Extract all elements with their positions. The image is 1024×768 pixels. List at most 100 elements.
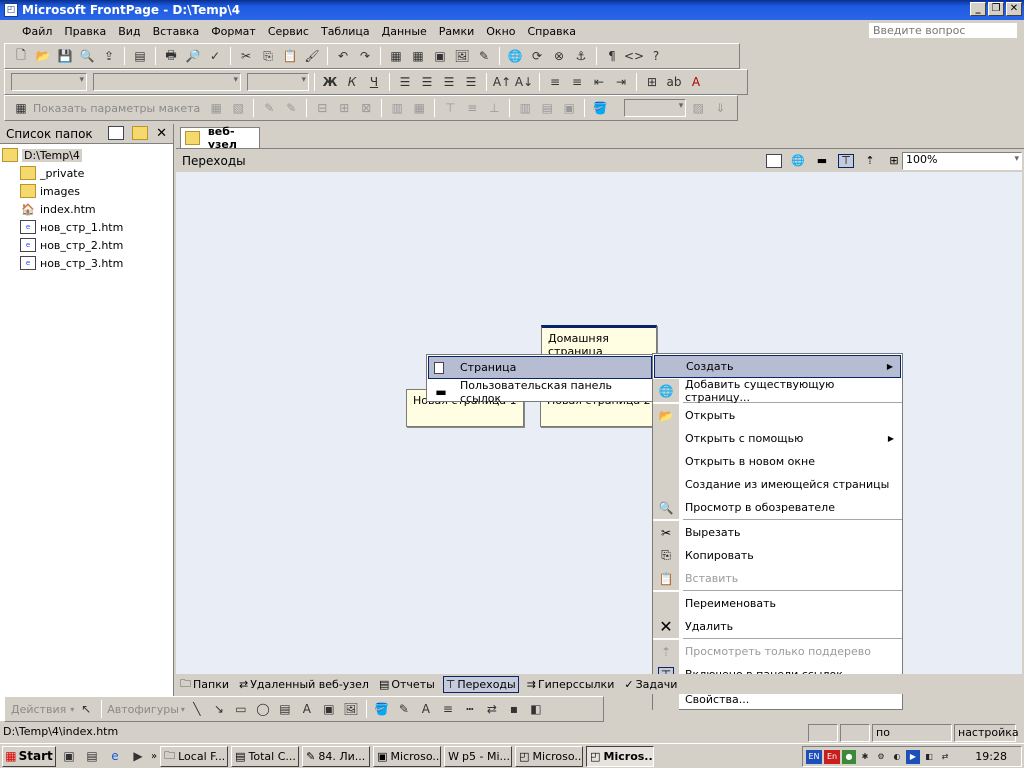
start-button[interactable]: ▦ Start: [2, 745, 56, 767]
italic-icon[interactable]: К: [342, 72, 362, 92]
align-right-icon[interactable]: ☰: [439, 72, 459, 92]
task-li[interactable]: ✎ 84. Ли...: [302, 745, 371, 767]
media-icon[interactable]: ▶: [906, 749, 920, 764]
tree-item-page1[interactable]: e нов_стр_1.htm: [0, 218, 173, 236]
open-icon[interactable]: 📂: [33, 46, 53, 66]
toggle-pane-icon[interactable]: ▤: [130, 46, 150, 66]
lang-indicator-en[interactable]: EN: [806, 749, 822, 764]
menu-format[interactable]: Формат: [205, 25, 262, 38]
ctx-cut[interactable]: ✂ Вырезать: [653, 521, 902, 544]
tree-item-page3[interactable]: e нов_стр_3.htm: [0, 254, 173, 272]
picture-icon[interactable]: 🖼: [341, 699, 361, 719]
hyperlink-icon[interactable]: 🌐: [505, 46, 525, 66]
line-style-icon[interactable]: ≡: [438, 699, 458, 719]
decrease-font-icon[interactable]: A↓: [514, 72, 534, 92]
tree-root[interactable]: D:\Temp\4: [0, 146, 173, 164]
fill-color-icon[interactable]: 🪣: [590, 98, 610, 118]
menu-view[interactable]: Вид: [112, 25, 146, 38]
highlight-icon[interactable]: ab: [664, 72, 684, 92]
line-color-icon[interactable]: ✎: [394, 699, 414, 719]
rectangle-icon[interactable]: ▭: [231, 699, 251, 719]
menu-table[interactable]: Таблица: [315, 25, 376, 38]
home-page-node[interactable]: Домашняя страница: [541, 325, 657, 358]
undo-icon[interactable]: ↶: [333, 46, 353, 66]
bug-icon[interactable]: ✱: [858, 750, 872, 764]
ctx-rename[interactable]: Переименовать: [653, 592, 902, 615]
minimize-button[interactable]: _: [970, 2, 986, 16]
menu-tools[interactable]: Сервис: [262, 25, 315, 38]
numbering-icon[interactable]: ≡: [545, 72, 565, 92]
3d-icon[interactable]: ◧: [526, 699, 546, 719]
fill-color-icon[interactable]: 🪣: [372, 699, 392, 719]
ie-icon[interactable]: e: [105, 746, 125, 766]
close-button[interactable]: ✕: [1006, 2, 1022, 16]
show-layout-label[interactable]: Показать параметры макета: [33, 102, 200, 115]
dash-style-icon[interactable]: ┅: [460, 699, 480, 719]
ctx-add-existing[interactable]: 🌐 Добавить существующую страницу...: [653, 378, 902, 404]
menu-edit[interactable]: Правка: [58, 25, 112, 38]
ctx-open-new-window[interactable]: Открыть в новом окне: [653, 450, 902, 473]
wordart-icon[interactable]: A: [297, 699, 317, 719]
search-icon[interactable]: 🔍: [77, 46, 97, 66]
ctx-open[interactable]: 📂 Открыть: [653, 404, 902, 427]
new-top-page-icon[interactable]: [766, 153, 782, 168]
insert-layer-icon[interactable]: ▣: [430, 46, 450, 66]
quicklaunch-icon-1[interactable]: ▣: [59, 746, 79, 766]
help-icon[interactable]: ?: [646, 46, 666, 66]
textbox-icon[interactable]: ▤: [275, 699, 295, 719]
view-tab-hyperlinks[interactable]: ⇉ Гиперссылки: [525, 677, 617, 692]
menu-data[interactable]: Данные: [376, 25, 433, 38]
line-icon[interactable]: ╲: [187, 699, 207, 719]
autoshapes-button[interactable]: Автофигуры: [107, 703, 179, 716]
portrait-landscape-icon[interactable]: ⊤: [838, 153, 854, 168]
quicklaunch-icon-2[interactable]: ▤: [82, 746, 102, 766]
view-tab-remote[interactable]: ⇄ Удаленный веб-узел: [237, 677, 371, 692]
refresh-icon[interactable]: ⟳: [527, 46, 547, 66]
align-left-icon[interactable]: ☰: [395, 72, 415, 92]
view-tab-tasks[interactable]: ✓ Задачи: [622, 677, 679, 692]
font-color-icon[interactable]: A: [686, 72, 706, 92]
oval-icon[interactable]: ◯: [253, 699, 273, 719]
arrow-style-icon[interactable]: ⇄: [482, 699, 502, 719]
clipart-icon[interactable]: ▣: [319, 699, 339, 719]
bold-icon[interactable]: Ж: [320, 72, 340, 92]
tab-website[interactable]: веб-узел: [180, 125, 260, 151]
task-local-folder[interactable]: 🗀 Local F...: [160, 745, 229, 767]
drawing-icon[interactable]: ✎: [474, 46, 494, 66]
expand-icon[interactable]: ⊞: [886, 154, 902, 168]
task-p5[interactable]: Wp5 - Mi...: [444, 745, 513, 767]
view-tab-reports[interactable]: ▤ Отчеты: [377, 677, 437, 692]
paste-icon[interactable]: 📋: [280, 46, 300, 66]
tree-item-private[interactable]: _private: [0, 164, 173, 182]
insert-table-icon[interactable]: ▦: [408, 46, 428, 66]
add-existing-page-icon[interactable]: 🌐: [790, 154, 806, 168]
settings-icon[interactable]: ⚙: [874, 750, 888, 764]
sync-icon[interactable]: ⇄: [938, 750, 952, 764]
tree-item-images[interactable]: images: [0, 182, 173, 200]
tree-item-index[interactable]: 🏠 index.htm: [0, 200, 173, 218]
ask-question-input[interactable]: Введите вопрос: [868, 22, 1018, 39]
arrow-icon[interactable]: ↘: [209, 699, 229, 719]
quicklaunch-more-icon[interactable]: »: [151, 751, 157, 762]
ctx-create-from-existing[interactable]: Создание из имеющейся страницы: [653, 473, 902, 496]
submenu-page[interactable]: Страница: [428, 356, 652, 379]
increase-font-icon[interactable]: A↑: [492, 72, 512, 92]
media-player-icon[interactable]: ▶: [128, 746, 148, 766]
close-panel-icon[interactable]: ✕: [156, 126, 167, 141]
submenu-link-bar[interactable]: ▬ Пользовательская панель ссылок: [428, 379, 652, 405]
font-color-icon[interactable]: A: [416, 699, 436, 719]
menu-frames[interactable]: Рамки: [433, 25, 480, 38]
stop-icon[interactable]: ⊗: [549, 46, 569, 66]
format-painter-icon[interactable]: 🖌: [302, 46, 322, 66]
view-tab-navigation[interactable]: ⊤ Переходы: [442, 675, 519, 693]
increase-indent-icon[interactable]: ⇥: [611, 72, 631, 92]
new-page-icon[interactable]: 🗋: [11, 46, 31, 66]
redo-icon[interactable]: ↷: [355, 46, 375, 66]
view-tab-folders[interactable]: 🗀 Папки: [178, 674, 231, 695]
new-folder-icon[interactable]: [132, 126, 149, 140]
ctx-open-with[interactable]: Открыть с помощью ▶: [653, 427, 902, 450]
ctx-create[interactable]: Создать ▶: [654, 355, 901, 378]
justify-icon[interactable]: ☰: [461, 72, 481, 92]
task-microsoft-1[interactable]: ▣ Microso...: [373, 745, 442, 767]
cut-icon[interactable]: ✂: [236, 46, 256, 66]
